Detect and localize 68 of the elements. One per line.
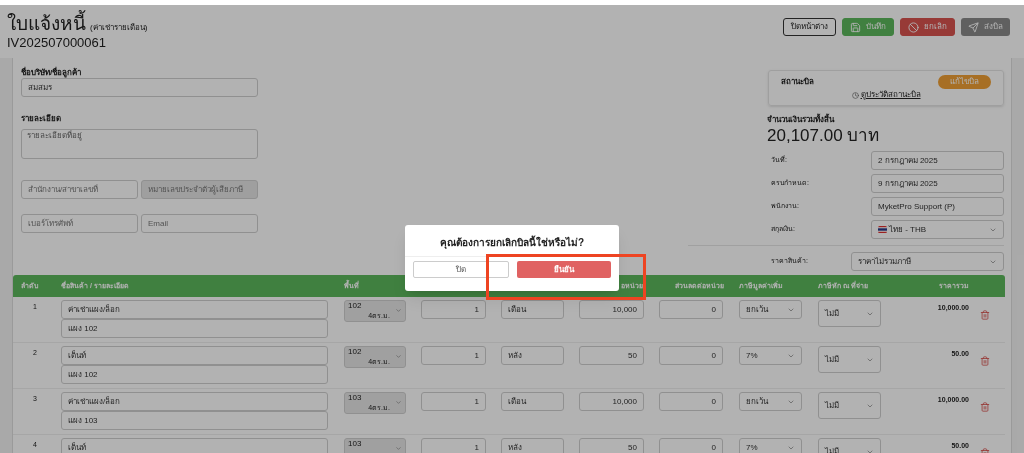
text-field[interactable]: สำนักงาน/สาขาเลขที่: [21, 180, 138, 199]
withholding-select[interactable]: ไม่มี: [818, 300, 881, 327]
item-name-field[interactable]: ค่าเช่าแผง/ล็อก: [61, 392, 328, 411]
text-field[interactable]: 2 กรกฎาคม 2025: [871, 151, 1004, 170]
total-amount: 20,107.00 บาท: [767, 126, 881, 146]
save-icon: [850, 21, 861, 33]
ban-icon: [908, 21, 919, 33]
total-label: จำนวนเงินรวมทั้งสิ้น: [767, 114, 836, 126]
delete-icon[interactable]: [980, 310, 990, 320]
flag-icon: [878, 226, 887, 233]
clock-icon: [851, 91, 859, 99]
field-label: ชื่อบริษัท/ชื่อลูกค้า: [21, 67, 83, 77]
vat-select[interactable]: 7%: [739, 438, 802, 453]
item-detail-field[interactable]: แผง 102: [61, 365, 328, 384]
withholding-select[interactable]: ไม่มี: [818, 346, 881, 373]
price-field[interactable]: 10,000: [579, 392, 644, 411]
customer-name-field[interactable]: สมสมร: [21, 78, 258, 97]
quantity-field[interactable]: 1: [421, 438, 486, 453]
withholding-select[interactable]: ไม่มี: [818, 392, 881, 419]
item-detail-field[interactable]: แผง 102: [61, 319, 328, 338]
area-select[interactable]: 103: [344, 438, 406, 453]
page-subtitle: (ค่าเช่ารายเดือน): [90, 22, 148, 34]
unit-field[interactable]: เดือน: [501, 300, 564, 319]
address-field[interactable]: รายละเอียดที่อยู่: [21, 129, 258, 159]
field-label: รายละเอียด: [21, 113, 62, 123]
chevron-down-icon: [395, 353, 402, 360]
item-name-field[interactable]: เต็นท์: [61, 438, 328, 453]
unit-field[interactable]: หลัง: [501, 346, 564, 365]
withholding-select[interactable]: ไม่มี: [818, 438, 881, 453]
text-field[interactable]: 9 กรกฎาคม 2025: [871, 174, 1004, 193]
delete-icon[interactable]: [980, 402, 990, 412]
text-field[interactable]: Email: [141, 214, 258, 233]
price-type-select[interactable]: ราคาไม่รวมภาษี: [851, 252, 1004, 271]
field-legend: รายละเอียดที่อยู่: [26, 131, 83, 141]
item-detail-field[interactable]: แผง 103: [61, 411, 328, 430]
close-button[interactable]: ปิด: [413, 261, 509, 278]
discount-field[interactable]: 0: [659, 392, 723, 411]
cancel-button[interactable]: ยกเลิก: [900, 18, 955, 36]
outline-button[interactable]: ปิดหน้าต่าง: [783, 18, 836, 36]
document-number: IV202507000061: [7, 35, 108, 51]
quantity-field[interactable]: 1: [421, 392, 486, 411]
unit-field[interactable]: หลัง: [501, 438, 564, 453]
dialog-title: คุณต้องการยกเลิกบิลนี้ใช่หรือไม่?: [438, 235, 586, 251]
chevron-down-icon: [395, 399, 402, 406]
chevron-down-icon: [395, 307, 402, 314]
text-field[interactable]: MyketPro Support (P): [871, 197, 1004, 216]
unit-field[interactable]: เดือน: [501, 392, 564, 411]
vat-select[interactable]: ยกเว้น: [739, 300, 802, 319]
delete-icon[interactable]: [980, 356, 990, 366]
chevron-down-icon: [395, 445, 402, 452]
price-field[interactable]: 50: [579, 438, 644, 453]
quantity-field[interactable]: 1: [421, 300, 486, 319]
send-icon: [968, 21, 979, 33]
currency-select[interactable]: ไทย - THB: [871, 220, 1004, 239]
vat-select[interactable]: ยกเว้น: [739, 392, 802, 411]
text-field[interactable]: เบอร์โทรศัพท์: [21, 214, 138, 233]
item-name-field[interactable]: ค่าเช่าแผง/ล็อก: [61, 300, 328, 319]
price-field[interactable]: 50: [579, 346, 644, 365]
price-field[interactable]: 10,000: [579, 300, 644, 319]
discount-field[interactable]: 0: [659, 300, 723, 319]
discount-field[interactable]: 0: [659, 438, 723, 453]
status-label: สถานะบิล: [781, 76, 814, 88]
quantity-field[interactable]: 1: [421, 346, 486, 365]
vat-select[interactable]: 7%: [739, 346, 802, 365]
status-badge: แก้ไขบิล: [938, 75, 991, 89]
item-name-field[interactable]: เต็นท์: [61, 346, 328, 365]
status-history-link[interactable]: ดูประวัติสถานะบิล: [860, 90, 921, 100]
discount-field[interactable]: 0: [659, 346, 723, 365]
